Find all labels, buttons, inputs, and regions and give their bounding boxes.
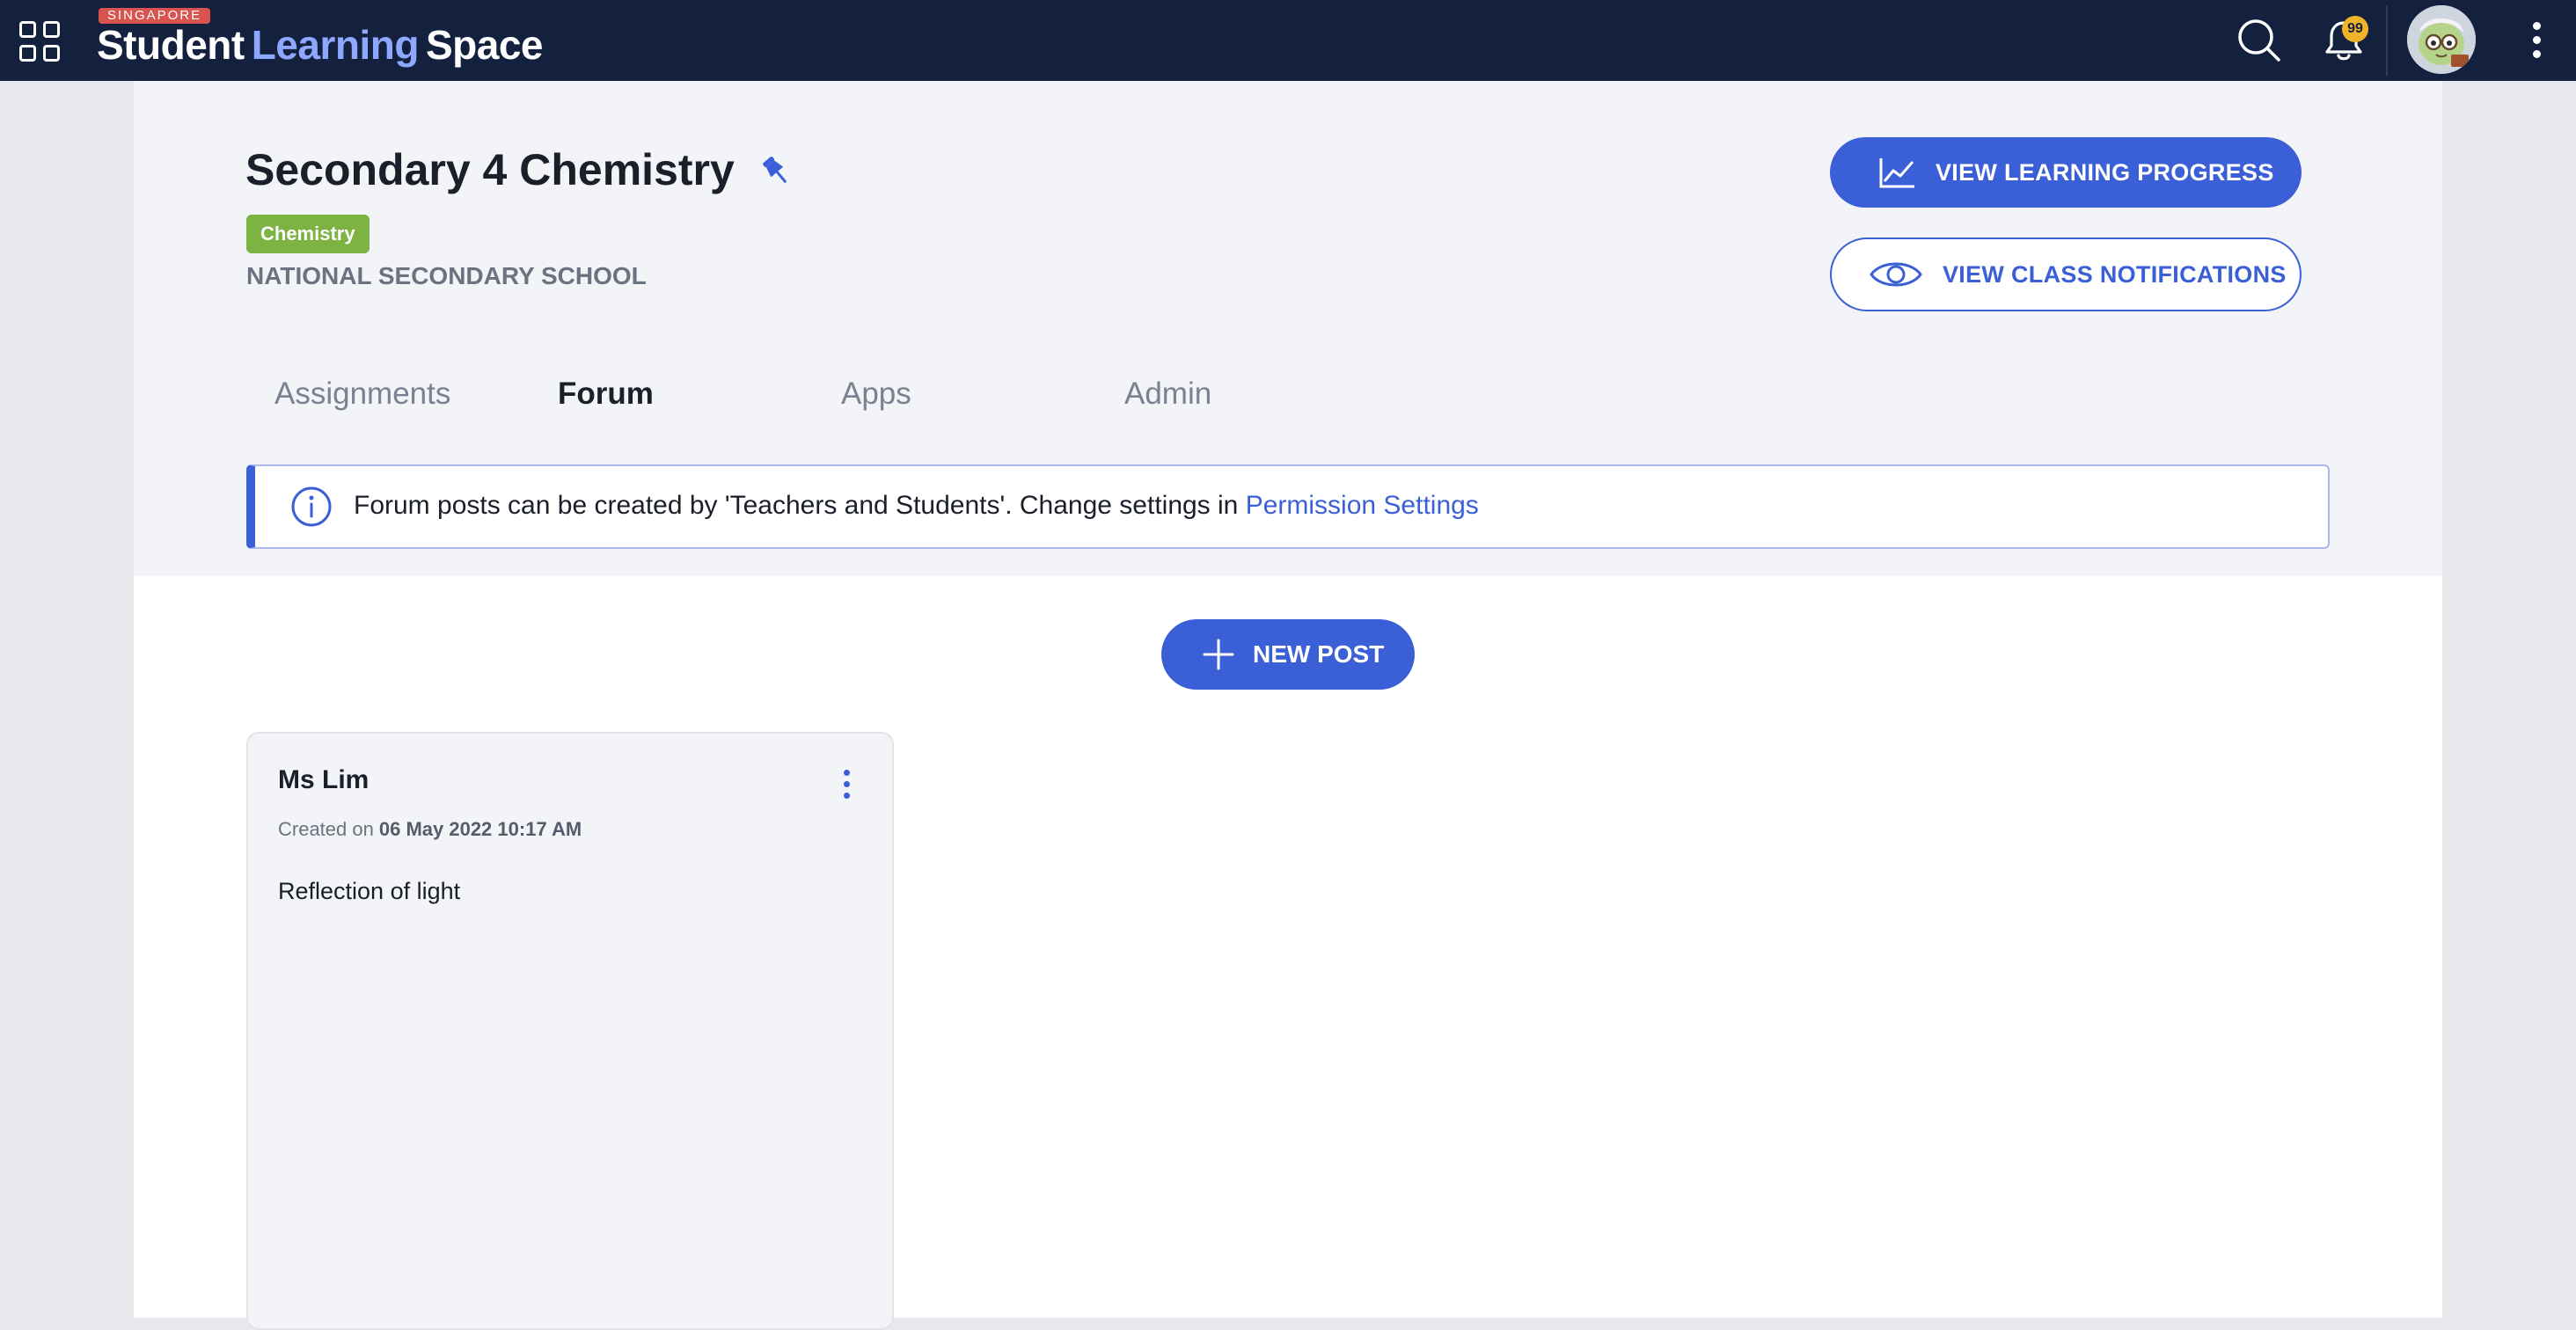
topbar-divider [2386,5,2388,76]
post-author: Ms Lim [278,765,370,794]
brand-name-part-learning: Learning [251,22,420,68]
view-learning-progress-button[interactable]: VIEW LEARNING PROGRESS [1830,137,2302,208]
view-class-notifications-button[interactable]: VIEW CLASS NOTIFICATIONS [1830,238,2302,311]
top-navigation-bar: SINGAPORE Student Learning Space 99 [0,0,2576,81]
tab-assignments-label: Assignments [274,376,451,411]
avatar[interactable] [2407,5,2476,74]
page-title: Secondary 4 Chemistry [245,145,735,194]
new-post-label: NEW POST [1253,640,1385,668]
tab-forum-label: Forum [558,376,654,411]
post-more-vertical-icon[interactable] [836,767,857,806]
tab-apps-label: Apps [841,376,911,411]
chart-line-icon [1879,158,1914,188]
post-created-date: Created on 06 May 2022 10:17 AM [278,818,582,841]
forum-permission-banner: Forum posts can be created by 'Teachers … [246,464,2330,549]
post-title: Reflection of light [278,878,461,904]
pin-icon[interactable] [755,150,797,192]
view-class-notifications-label: VIEW CLASS NOTIFICATIONS [1943,260,2287,288]
notification-count-badge: 99 [2342,16,2368,42]
brand-name-part-student: Student [97,22,245,68]
tab-admin-label: Admin [1124,376,1212,411]
view-learning-progress-label: VIEW LEARNING PROGRESS [1936,158,2274,186]
more-vertical-icon[interactable] [2523,18,2550,63]
brand-name-part-space: Space [425,22,544,68]
new-post-button[interactable]: NEW POST [1161,619,1415,690]
search-icon[interactable] [2235,16,2284,65]
post-created-prefix: Created on [278,818,374,840]
permission-settings-link[interactable]: Permission Settings [1246,491,1479,520]
info-icon [290,486,333,528]
main-content: Secondary 4 Chemistry Chemistry NATIONAL… [134,81,2442,1330]
banner-text: Forum posts can be created by 'Teachers … [354,491,1246,520]
class-header: Secondary 4 Chemistry Chemistry NATIONAL… [134,81,2442,576]
eye-icon [1870,262,1922,287]
post-created-timestamp: 06 May 2022 10:17 AM [378,818,582,840]
forum-post-card[interactable]: Ms Lim Created on 06 May 2022 10:17 AM Re… [246,732,894,1330]
brand-name: Student Learning Space [97,21,543,69]
plus-icon [1203,639,1234,670]
apps-grid-icon[interactable] [18,19,60,62]
banner-message: Forum posts can be created by 'Teachers … [354,491,1479,521]
subject-badge: Chemistry [246,215,370,253]
school-name: NATIONAL SECONDARY SCHOOL [246,262,647,289]
